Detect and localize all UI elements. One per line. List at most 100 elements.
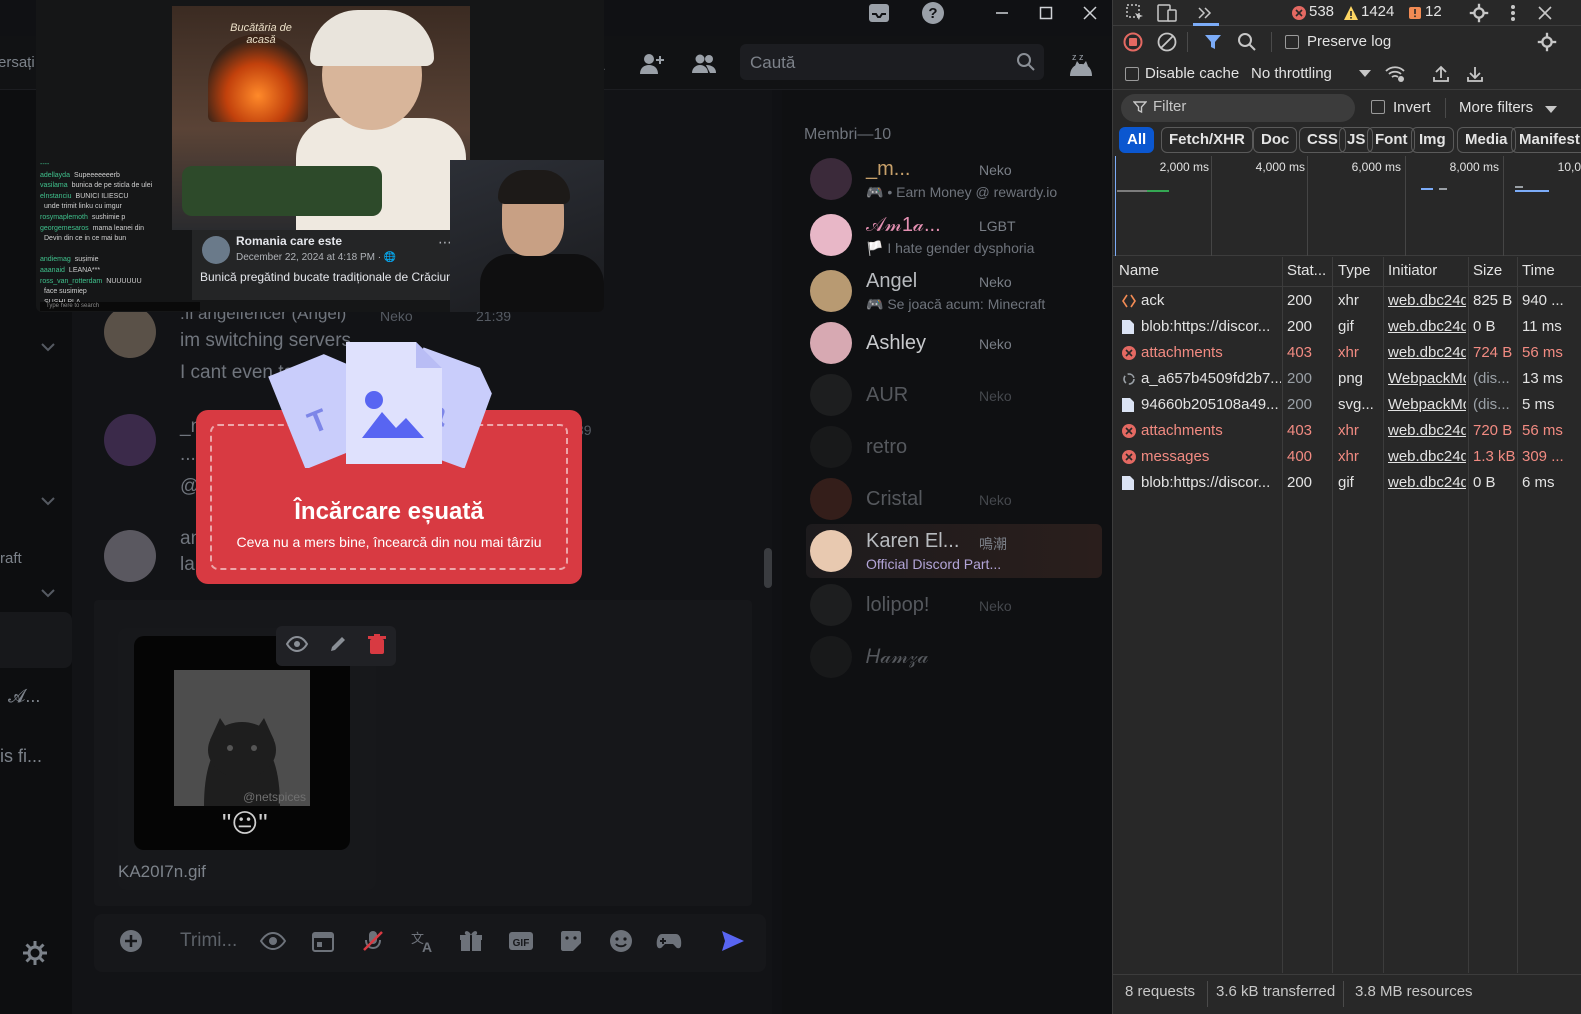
request-row[interactable]: attachments 403 xhr web.dbc24d 724 B 56 ms [1113, 340, 1581, 366]
column-header-name[interactable]: Name [1119, 257, 1279, 287]
member-item[interactable]: Ashley Neko [808, 320, 1098, 370]
sticker-icon[interactable] [556, 926, 586, 956]
calendar-icon[interactable] [308, 926, 338, 956]
request-initiator[interactable]: WebpackMo [1388, 366, 1466, 392]
device-toolbar-icon[interactable] [1155, 1, 1179, 25]
member-item[interactable]: Angel Neko 🎮 Se joacă acum: Minecraft [808, 268, 1098, 318]
export-har-icon[interactable] [1463, 62, 1487, 86]
request-initiator[interactable]: web.dbc24d [1388, 444, 1466, 470]
request-initiator[interactable]: web.dbc24d [1388, 418, 1466, 444]
search-input[interactable]: Caută [740, 44, 1044, 80]
filter-chip[interactable]: Doc [1253, 127, 1298, 153]
column-header-type[interactable]: Type [1338, 257, 1382, 287]
attachment-filename[interactable]: KA20I7n.gif [118, 862, 206, 882]
filter-chip[interactable]: Font [1367, 127, 1416, 153]
composer-input[interactable]: Trimi... [180, 930, 237, 952]
network-timeline[interactable]: 2,000 ms 4,000 ms 6,000 ms 8,000 ms 10,0 [1113, 156, 1581, 256]
settings-gear-icon[interactable] [1467, 1, 1491, 25]
request-row[interactable]: 94660b205108a49... 200 svg... WebpackMo (dis… [1113, 392, 1581, 418]
request-row[interactable]: attachments 403 xhr web.dbc24d 720 B 56 ms [1113, 418, 1581, 444]
filter-input[interactable]: Filter [1121, 94, 1355, 122]
more-filters-button[interactable]: More filters [1459, 99, 1533, 116]
issues-count[interactable]: 12 [1425, 3, 1442, 20]
import-har-icon[interactable] [1429, 62, 1453, 86]
error-count-icon[interactable] [1287, 1, 1311, 25]
member-item[interactable]: AUR Neko [808, 372, 1098, 422]
chevron-down-icon[interactable] [40, 494, 56, 512]
request-row[interactable]: blob:https://discor... 200 gif web.dbc24d 0 … [1113, 314, 1581, 340]
clear-icon[interactable] [1155, 30, 1179, 54]
eye-icon[interactable] [258, 926, 288, 956]
issues-count-icon[interactable] [1403, 1, 1427, 25]
disable-cache-checkbox[interactable] [1125, 67, 1139, 81]
throttling-select[interactable]: No throttling [1251, 65, 1332, 82]
preserve-log-checkbox[interactable] [1285, 35, 1299, 49]
member-item[interactable]: Karen El... 鳴潮 Official Discord Part... [808, 528, 1098, 578]
chevron-down-icon[interactable] [40, 586, 56, 604]
filter-chip[interactable]: Fetch/XHR [1161, 127, 1253, 153]
warning-count-icon[interactable] [1339, 1, 1363, 25]
stream-preview[interactable]: Bucătăria de acasă Romania care este Dec… [36, 0, 604, 312]
dropdown-arrow-icon[interactable] [1353, 62, 1377, 86]
avatar[interactable] [104, 306, 156, 358]
member-item[interactable]: Cristal Neko [808, 476, 1098, 526]
trash-icon[interactable] [368, 633, 386, 659]
request-initiator[interactable]: web.dbc24d [1388, 288, 1466, 314]
eye-icon[interactable] [285, 635, 309, 657]
member-item[interactable]: retro [808, 424, 1098, 474]
dropdown-arrow-icon[interactable] [1539, 98, 1563, 122]
add-friend-icon[interactable] [638, 50, 666, 78]
filter-chip[interactable]: All [1119, 127, 1155, 153]
member-item[interactable]: lolipop! Neko [808, 582, 1098, 632]
gif-icon[interactable]: GIF [506, 926, 536, 956]
column-header-time[interactable]: Time [1522, 257, 1580, 287]
search-icon[interactable] [1235, 30, 1259, 54]
invert-checkbox[interactable] [1371, 100, 1385, 114]
column-header-status[interactable]: Stat... [1287, 257, 1331, 287]
game-controller-icon[interactable] [654, 926, 684, 956]
add-attachment-icon[interactable] [116, 926, 146, 956]
column-header-initiator[interactable]: Initiator [1388, 257, 1466, 287]
close-icon[interactable] [1068, 0, 1112, 26]
more-tabs-chevron-icon[interactable] [1193, 1, 1217, 25]
pencil-icon[interactable] [328, 634, 348, 659]
chevron-down-icon[interactable] [40, 340, 56, 358]
send-icon[interactable] [718, 926, 748, 956]
filter-funnel-icon[interactable] [1201, 30, 1225, 54]
sidebar-selected-item[interactable] [0, 612, 72, 668]
request-initiator[interactable]: WebpackMo [1388, 392, 1466, 418]
request-row[interactable]: messages 400 xhr web.dbc24d 1.3 kB 309 ... [1113, 444, 1581, 470]
request-initiator[interactable]: web.dbc24d [1388, 314, 1466, 340]
inbox-icon[interactable] [866, 2, 892, 24]
column-header-size[interactable]: Size [1473, 257, 1515, 287]
filter-chip[interactable]: Media [1457, 127, 1516, 153]
inspect-element-icon[interactable] [1123, 1, 1147, 25]
emoji-icon[interactable] [606, 926, 636, 956]
filter-chip[interactable]: Manifest [1511, 127, 1581, 153]
error-count[interactable]: 538 [1309, 3, 1334, 20]
network-settings-icon[interactable] [1535, 30, 1559, 54]
mute-mic-icon[interactable] [358, 926, 388, 956]
settings-gear-icon[interactable] [22, 940, 48, 971]
avatar[interactable] [104, 414, 156, 466]
warning-count[interactable]: 1424 [1361, 3, 1394, 20]
request-initiator[interactable]: web.dbc24d [1388, 470, 1466, 496]
help-icon[interactable]: ? [920, 2, 946, 24]
member-item[interactable]: 𝒜𝓂1𝒶... LGBT 🏳️ I hate gender dysphoria [808, 212, 1098, 262]
request-row[interactable]: blob:https://discor... 200 gif web.dbc24d 0 … [1113, 470, 1581, 496]
kebab-menu-icon[interactable] [1501, 1, 1525, 25]
record-stop-icon[interactable] [1121, 30, 1145, 54]
member-item[interactable]: _m... Neko 🎮 • Earn Money @ rewardy.io [808, 156, 1098, 206]
member-list-icon[interactable] [690, 50, 718, 78]
maximize-icon[interactable] [1024, 0, 1068, 26]
filter-chip[interactable]: Img [1411, 127, 1454, 153]
gift-icon[interactable] [456, 926, 486, 956]
close-devtools-icon[interactable] [1533, 1, 1557, 25]
request-initiator[interactable]: web.dbc24d [1388, 340, 1466, 366]
member-item[interactable]: 𝐻𝒶𝓂𝓏𝒶 [808, 634, 1098, 684]
avatar[interactable] [104, 530, 156, 582]
sleeping-cat-icon[interactable]: z z [1064, 48, 1098, 82]
request-row[interactable]: a_a657b4509fd2b7... 200 png WebpackMo (dis..… [1113, 366, 1581, 392]
chat-scrollbar[interactable] [764, 548, 772, 588]
translate-icon[interactable]: 文A [408, 926, 438, 956]
